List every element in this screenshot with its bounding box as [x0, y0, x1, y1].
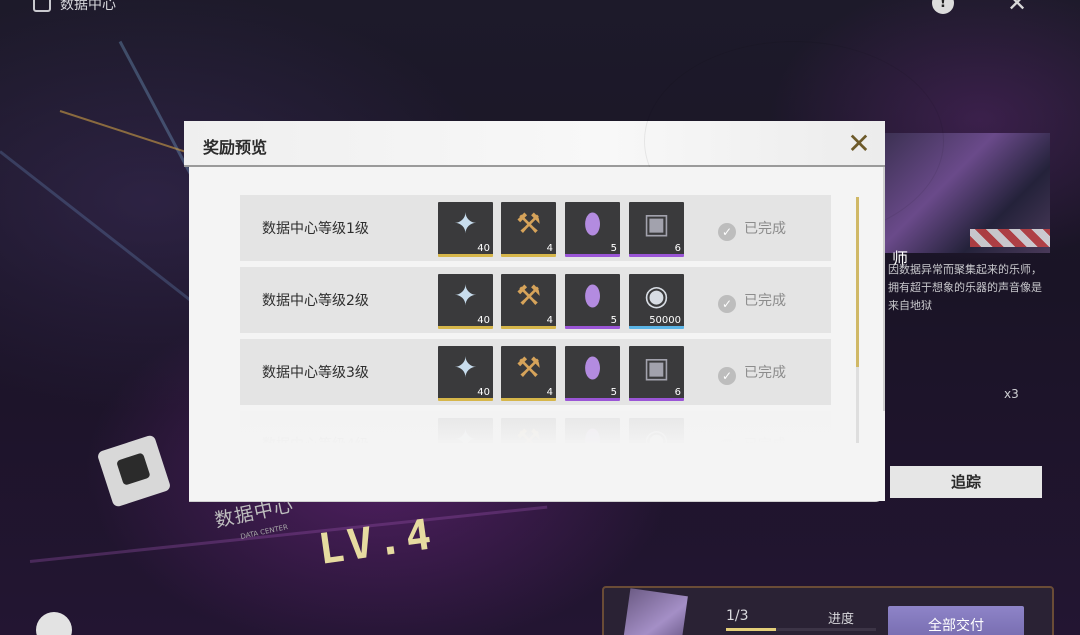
completed-status: ✓ 已完成: [718, 290, 786, 313]
device-box-icon: ▣: [643, 351, 670, 384]
reward-item[interactable]: ⬮ 5: [565, 274, 620, 329]
coin-icon: ◉: [644, 279, 669, 312]
progress-value: 1/3: [726, 608, 749, 624]
info-icon[interactable]: !: [932, 0, 954, 14]
reward-item[interactable]: ⚒ 4: [501, 202, 556, 257]
item-quantity: 5: [610, 243, 617, 254]
item-quantity: 5: [610, 315, 617, 326]
check-icon: ✓: [718, 367, 736, 385]
reward-row: 数据中心等级2级 ✦ 40 ⚒ 4 ⬮ 5 ◉ 50000 ✓ 已完成: [240, 267, 831, 333]
tool-icon: ⚒: [515, 207, 542, 240]
check-icon: ✓: [718, 223, 736, 241]
reward-item[interactable]: ▣ 6: [629, 346, 684, 401]
star-crystal-icon: ✦: [453, 279, 478, 312]
modal-title: 奖励预览: [203, 138, 268, 157]
reward-list[interactable]: 数据中心等级1级 ✦ 40 ⚒ 4 ⬮ 5 ▣ 6 ✓ 已完成 数据中心等级2级 ✦ 40 ⚒ 4 ⬮ 5 ◉ 500…: [240, 195, 832, 443]
capsule-icon: ⬮: [583, 207, 602, 240]
progress-track: [726, 628, 876, 631]
status-label: 已完成: [744, 221, 786, 237]
enemy-description: 因数据异常而聚集起来的乐师，拥有超于想象的乐器的声音像是来自地狱: [888, 263, 1042, 312]
device-box-icon: ▣: [643, 207, 670, 240]
status-label: 已完成: [744, 293, 786, 309]
enemy-count: x3: [1004, 387, 1019, 401]
reward-item[interactable]: ⬮ 5: [565, 346, 620, 401]
item-quantity: 4: [546, 315, 553, 326]
close-button[interactable]: ✕: [840, 127, 878, 161]
check-icon: ✓: [718, 295, 736, 313]
reward-item[interactable]: ✦ 40: [438, 346, 493, 401]
reward-preview-modal: 奖励预览 ✕ 数据中心等级1级 ✦ 40 ⚒ 4 ⬮ 5 ▣ 6 ✓ 已完成 数据中心等级2级 ✦ 40 ⚒…: [184, 41, 944, 502]
reward-item[interactable]: ✦ 40: [438, 202, 493, 257]
scrollbar[interactable]: [856, 197, 859, 443]
data-center-icon: [33, 0, 51, 12]
item-quantity: 40: [477, 387, 490, 398]
reward-row: 数据中心等级1级 ✦ 40 ⚒ 4 ⬮ 5 ▣ 6 ✓ 已完成: [240, 195, 831, 261]
completed-status: ✓ 已完成: [718, 362, 786, 385]
top-title: 数据中心: [60, 0, 116, 13]
top-bar: 数据中心 ! ✕: [0, 0, 1080, 18]
reward-row-label: 数据中心等级3级: [262, 365, 369, 381]
star-crystal-icon: ✦: [453, 351, 478, 384]
completed-status: ✓ 已完成: [718, 218, 786, 241]
tool-icon: ⚒: [515, 351, 542, 384]
modal-body: 数据中心等级1级 ✦ 40 ⚒ 4 ⬮ 5 ▣ 6 ✓ 已完成 数据中心等级2级 ✦ 40 ⚒ 4 ⬮ 5 ◉ 500…: [189, 167, 885, 502]
progress-fill: [726, 628, 776, 631]
item-quantity: 6: [674, 243, 681, 254]
capsule-icon: ⬮: [583, 279, 602, 312]
delivery-bar: 1/3 进度 全部交付: [602, 586, 1054, 635]
reward-item[interactable]: ⬮ 5: [565, 202, 620, 257]
scroll-thumb[interactable]: [856, 197, 859, 367]
item-quantity: 5: [610, 387, 617, 398]
item-quantity: 40: [477, 243, 490, 254]
reward-item[interactable]: ▣ 6: [629, 202, 684, 257]
item-quantity: 6: [674, 387, 681, 398]
item-quantity: 50000: [649, 315, 681, 326]
item-quantity: 40: [477, 315, 490, 326]
item-card: [622, 588, 688, 635]
status-label: 已完成: [744, 365, 786, 381]
item-quantity: 4: [546, 387, 553, 398]
item-quantity: 4: [546, 243, 553, 254]
reward-item[interactable]: ⚒ 4: [501, 274, 556, 329]
capsule-icon: ⬮: [583, 351, 602, 384]
track-button[interactable]: 追踪: [890, 466, 1042, 498]
modal-header: 奖励预览 ✕: [184, 41, 944, 241]
deliver-all-button[interactable]: 全部交付: [888, 606, 1024, 635]
progress-label: 进度: [828, 612, 855, 627]
reward-row-label: 数据中心等级2级: [262, 293, 369, 309]
reward-row-label: 数据中心等级1级: [262, 221, 369, 237]
reward-item[interactable]: ✦ 40: [438, 274, 493, 329]
close-icon[interactable]: ✕: [1004, 0, 1030, 16]
tool-icon: ⚒: [515, 279, 542, 312]
star-crystal-icon: ✦: [453, 207, 478, 240]
reward-item[interactable]: ◉ 50000: [629, 274, 684, 329]
reward-row: 数据中心等级3级 ✦ 40 ⚒ 4 ⬮ 5 ▣ 6 ✓ 已完成: [240, 339, 831, 405]
reward-item[interactable]: ⚒ 4: [501, 346, 556, 401]
